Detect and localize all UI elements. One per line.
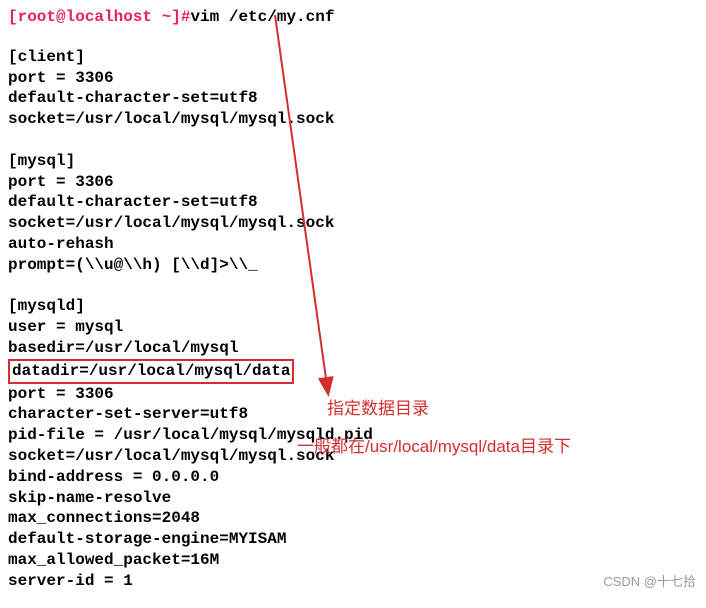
section-client: [client] (8, 47, 698, 68)
highlighted-datadir-row: datadir=/usr/local/mysql/data (8, 359, 698, 384)
config-line: max_connections=2048 (8, 508, 698, 529)
config-line: port = 3306 (8, 172, 698, 193)
prompt-user-host: [root@localhost ~]# (8, 8, 190, 26)
watermark: CSDN @十七拾 (603, 571, 696, 590)
config-line: user = mysql (8, 317, 698, 338)
config-line: server-id = 1 (8, 571, 698, 592)
config-line: max_allowed_packet=16M (8, 550, 698, 571)
config-line: socket=/usr/local/mysql/mysql.sock (8, 109, 698, 130)
blank-line (8, 26, 698, 47)
blank-line (8, 130, 698, 151)
config-line: default-character-set=utf8 (8, 88, 698, 109)
annotation-specify-data-dir: 指定数据目录 (327, 394, 429, 419)
config-line: bind-address = 0.0.0.0 (8, 467, 698, 488)
blank-line (8, 276, 698, 297)
annotation-usual-path: 一般都在/usr/local/mysql/data目录下 (297, 432, 571, 457)
config-line: basedir=/usr/local/mysql (8, 338, 698, 359)
config-datadir: datadir=/usr/local/mysql/data (12, 362, 290, 380)
config-line: port = 3306 (8, 68, 698, 89)
section-mysqld: [mysqld] (8, 296, 698, 317)
terminal-prompt-line: [root@localhost ~]#vim /etc/my.cnf (8, 8, 698, 26)
config-line: prompt=(\\u@\\h) [\\d]>\\_ (8, 255, 698, 276)
highlighted-box: datadir=/usr/local/mysql/data (8, 359, 294, 384)
terminal-command: vim /etc/my.cnf (190, 8, 334, 26)
section-mysql: [mysql] (8, 151, 698, 172)
config-line: default-character-set=utf8 (8, 192, 698, 213)
config-line: skip-name-resolve (8, 488, 698, 509)
config-line: auto-rehash (8, 234, 698, 255)
config-line: default-storage-engine=MYISAM (8, 529, 698, 550)
config-line: socket=/usr/local/mysql/mysql.sock (8, 213, 698, 234)
